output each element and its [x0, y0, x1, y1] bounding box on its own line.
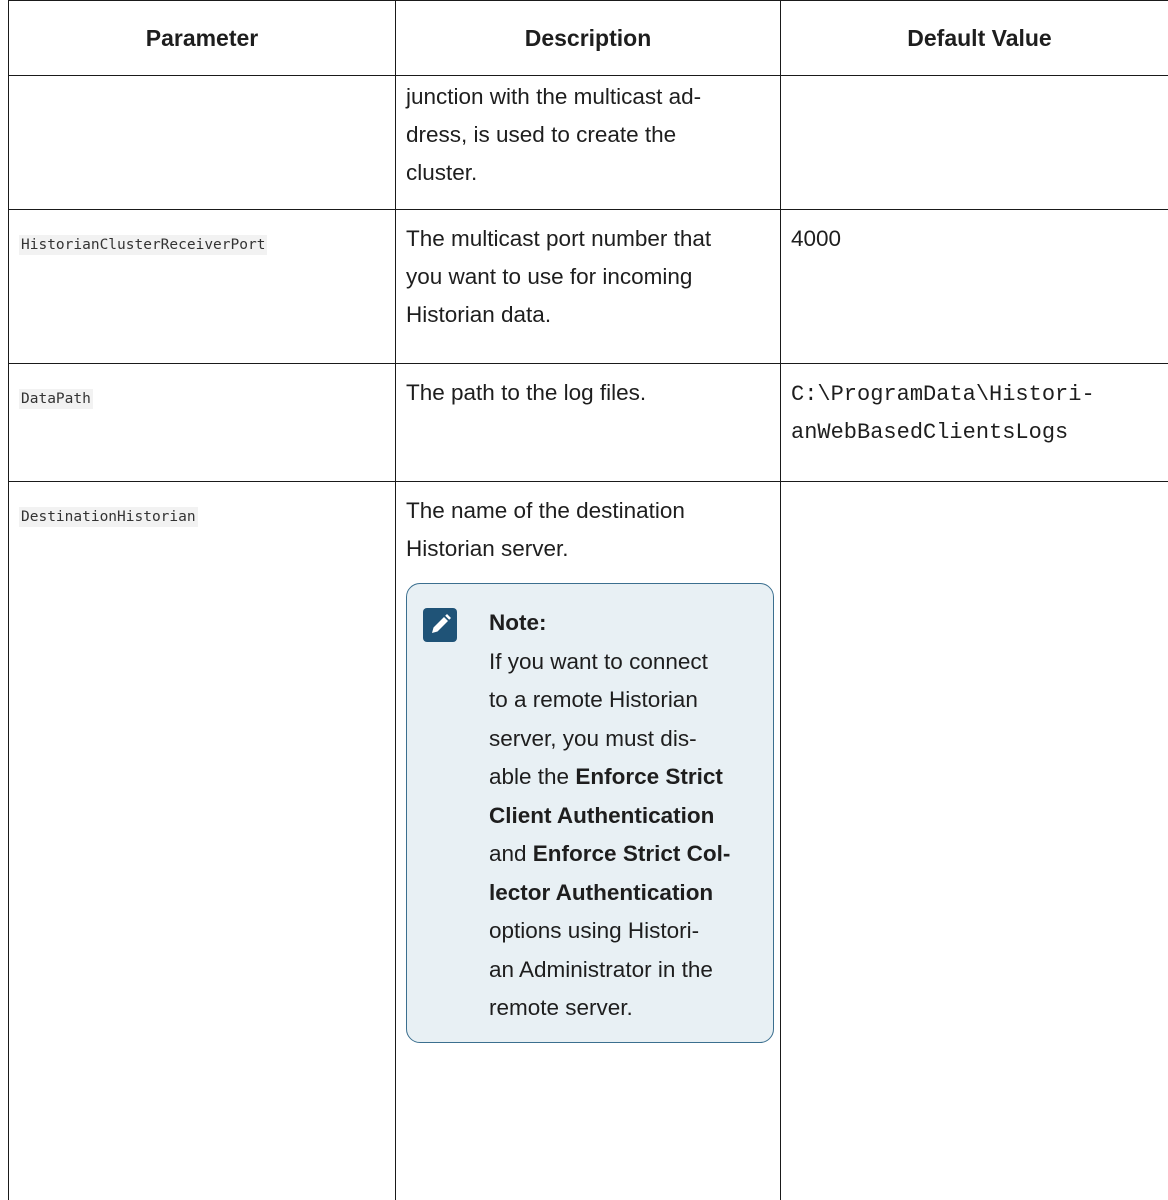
- table-row: junction with the multicast ad- dress, i…: [9, 76, 1168, 210]
- note-line: lector Authentication: [489, 874, 763, 913]
- note-body: Note: If you want to connect to a remote…: [489, 604, 763, 1028]
- description-line: junction with the multicast ad-: [406, 84, 701, 109]
- note-line: able the Enforce Strict: [489, 758, 763, 797]
- note-text: and: [489, 841, 533, 866]
- note-line: an Administrator in the: [489, 951, 763, 990]
- note-line: server, you must dis-: [489, 720, 763, 759]
- header-default-value: Default Value: [781, 1, 1168, 76]
- note-text: able the: [489, 764, 575, 789]
- note-callout: Note: If you want to connect to a remote…: [406, 583, 774, 1043]
- header-parameter: Parameter: [9, 1, 396, 76]
- default-path-line: C:\ProgramData\Histori-: [791, 382, 1095, 407]
- parameter-cell: DestinationHistorian: [9, 482, 396, 1200]
- parameter-cell: DataPath: [9, 364, 396, 482]
- description-line: The name of the destination: [406, 498, 685, 523]
- table-header-row: Parameter Description Default Value: [9, 1, 1168, 76]
- note-line: Client Authentication: [489, 797, 763, 836]
- default-value-path: C:\ProgramData\Histori-anWebBasedClients…: [791, 374, 1168, 452]
- parameter-cell: HistorianClusterReceiverPort: [9, 210, 396, 364]
- default-value-cell: [781, 482, 1168, 1200]
- description-line: dress, is used to create the: [406, 122, 676, 147]
- note-bold: Enforce Strict Col-: [533, 841, 731, 866]
- note-line: and Enforce Strict Col-: [489, 835, 763, 874]
- note-title: Note:: [489, 604, 763, 643]
- default-value-cell: C:\ProgramData\Histori-anWebBasedClients…: [781, 364, 1168, 482]
- default-path-line: anWebBasedClientsLogs: [791, 420, 1068, 445]
- header-description: Description: [396, 1, 781, 76]
- description-cell: junction with the multicast ad- dress, i…: [396, 76, 781, 210]
- note-line: to a remote Historian: [489, 681, 763, 720]
- description-cell: The name of the destination Historian se…: [396, 482, 781, 1200]
- note-line: options using Histori-: [489, 912, 763, 951]
- parameter-name: HistorianClusterReceiverPort: [19, 235, 267, 255]
- default-value: 4000: [791, 226, 841, 251]
- note-bold: Client Authentication: [489, 803, 714, 828]
- default-value-cell: [781, 76, 1168, 210]
- description-line: Historian server.: [406, 536, 569, 561]
- description-cell: The multicast port number that you want …: [396, 210, 781, 364]
- note-line: remote server.: [489, 989, 763, 1028]
- pencil-note-icon: [423, 608, 457, 642]
- note-bold: Enforce Strict: [575, 764, 723, 789]
- description-line: cluster.: [406, 160, 477, 185]
- parameter-cell: [9, 76, 396, 210]
- parameter-name: DataPath: [19, 389, 93, 409]
- description-line: Historian data.: [406, 302, 551, 327]
- table-row: DestinationHistorian The name of the des…: [9, 482, 1168, 1200]
- parameters-table: Parameter Description Default Value junc…: [8, 0, 1168, 1200]
- description-line: you want to use for incoming: [406, 264, 692, 289]
- note-line: If you want to connect: [489, 643, 763, 682]
- parameter-name: DestinationHistorian: [19, 507, 198, 527]
- description-line: The multicast port number that: [406, 226, 711, 251]
- default-value-cell: 4000: [781, 210, 1168, 364]
- note-bold: lector Authentication: [489, 880, 713, 905]
- description-line: The path to the log files.: [406, 380, 646, 405]
- table-row: HistorianClusterReceiverPort The multica…: [9, 210, 1168, 364]
- description-cell: The path to the log files.: [396, 364, 781, 482]
- table-row: DataPath The path to the log files. C:\P…: [9, 364, 1168, 482]
